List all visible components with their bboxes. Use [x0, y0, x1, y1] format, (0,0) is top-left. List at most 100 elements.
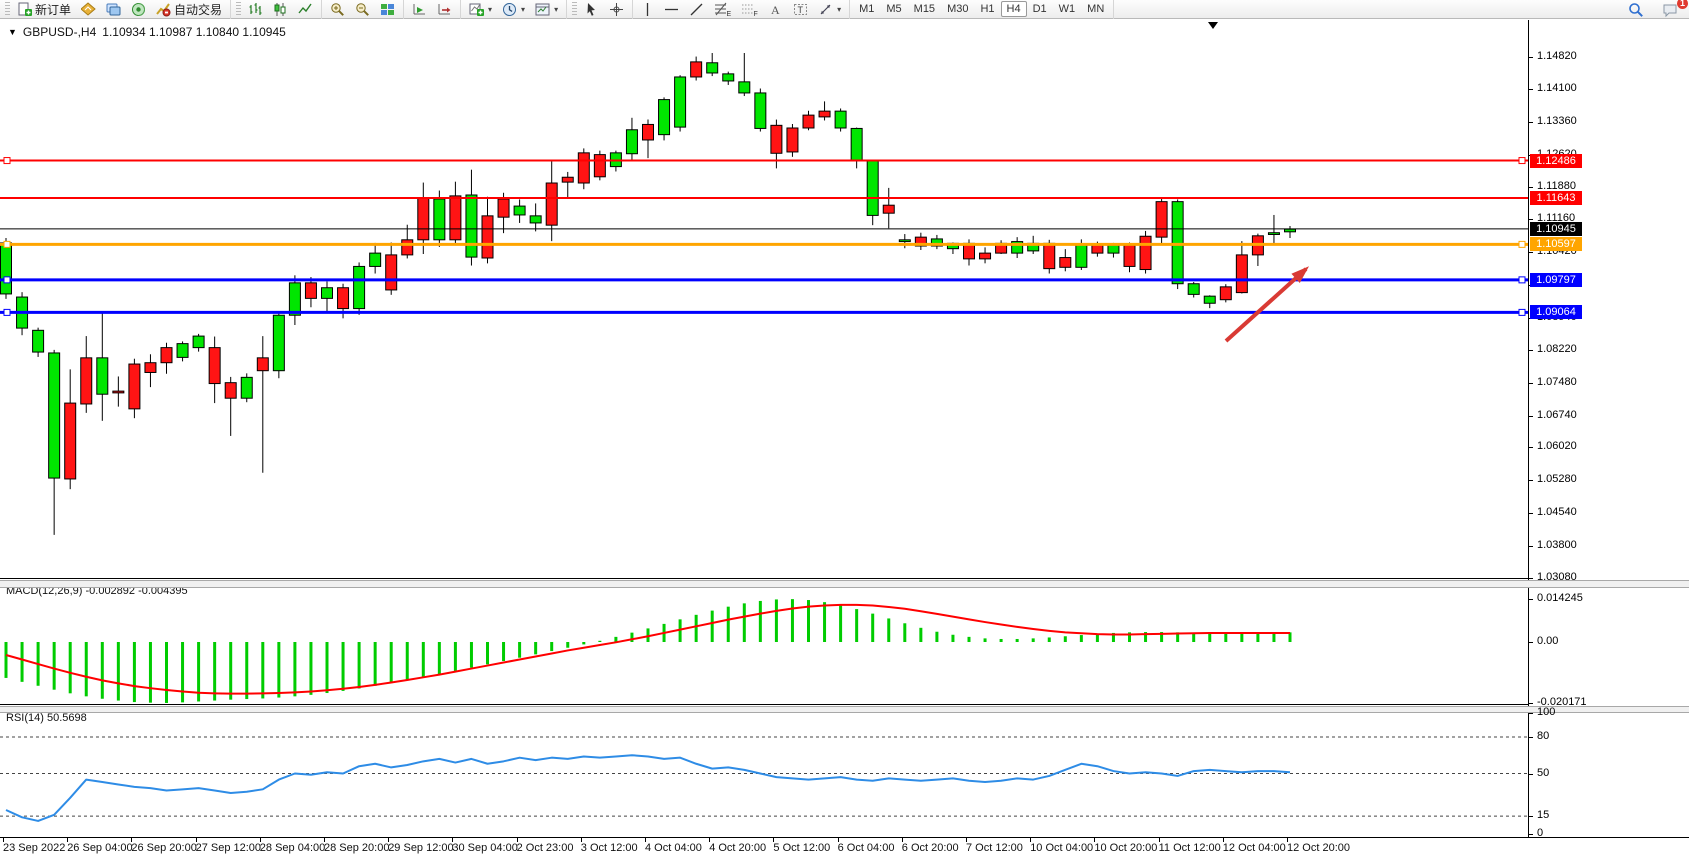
- tile-windows-icon: [380, 2, 395, 17]
- notification-badge: 1: [1677, 0, 1688, 9]
- rsi-tick-label: 80: [1537, 730, 1549, 742]
- timeframe-button-M1[interactable]: M1: [853, 1, 880, 17]
- chart-symbol-period: GBPUSD-,H4: [23, 25, 96, 39]
- candle-body: [209, 348, 220, 384]
- axis-tick: [1528, 546, 1533, 547]
- text-label-button[interactable]: T: [788, 1, 813, 18]
- hline-handle[interactable]: [1519, 241, 1525, 247]
- macd-bar: [422, 642, 425, 677]
- time-axis[interactable]: 23 Sep 202226 Sep 04:0026 Sep 20:0027 Se…: [0, 837, 1689, 858]
- axis-tick: [1528, 713, 1533, 714]
- vertical-line-button[interactable]: [636, 1, 659, 18]
- hline-handle[interactable]: [4, 309, 10, 315]
- time-axis-tick: [1159, 838, 1160, 842]
- auto-scroll-button[interactable]: [407, 1, 432, 18]
- profile-button[interactable]: [101, 1, 126, 18]
- candle-body: [562, 177, 573, 182]
- toolbar-grip[interactable]: [572, 2, 577, 16]
- candlestick-chart-button[interactable]: [268, 1, 293, 18]
- cursor-icon: [584, 2, 599, 17]
- rsi-tick-label: 100: [1537, 706, 1555, 718]
- chart-shift-button[interactable]: [432, 1, 457, 18]
- trendline-button[interactable]: [684, 1, 709, 18]
- new-order-button[interactable]: 新订单: [12, 1, 76, 18]
- timeframe-button-M5[interactable]: M5: [880, 1, 907, 17]
- search-button[interactable]: [1623, 1, 1649, 18]
- crosshair-button[interactable]: [604, 1, 629, 18]
- svg-text:T: T: [798, 5, 804, 15]
- candle-body: [289, 283, 300, 315]
- templates-button[interactable]: ▾: [530, 1, 563, 18]
- macd-bar: [1032, 638, 1035, 642]
- hline-handle[interactable]: [4, 277, 10, 283]
- time-axis-label: 10 Oct 20:00: [1094, 842, 1157, 854]
- axis-tick: [1528, 57, 1533, 58]
- hline-handle[interactable]: [4, 158, 10, 164]
- cursor-button[interactable]: [579, 1, 604, 18]
- time-axis-label: 28 Sep 04:00: [260, 842, 325, 854]
- timeframe-button-D1[interactable]: D1: [1027, 1, 1053, 17]
- timeframe-button-M30[interactable]: M30: [941, 1, 974, 17]
- line-chart-button[interactable]: [293, 1, 318, 18]
- candle-body: [386, 255, 397, 290]
- time-axis-tick: [260, 838, 261, 842]
- candle-body: [354, 266, 365, 308]
- panel-splitter[interactable]: [0, 706, 1689, 713]
- axis-tick: [1528, 816, 1533, 817]
- macd-bar: [261, 642, 264, 698]
- candle-body: [498, 199, 509, 217]
- zoom-out-button[interactable]: [350, 1, 375, 18]
- shapes-button[interactable]: ▾: [813, 1, 846, 18]
- toolbar-grip[interactable]: [236, 2, 241, 16]
- text-button[interactable]: A: [763, 1, 788, 18]
- hline-handle[interactable]: [1519, 309, 1525, 315]
- macd-bar: [245, 642, 248, 699]
- time-axis-tick: [709, 838, 710, 842]
- network-button[interactable]: [126, 1, 151, 18]
- macd-bar: [438, 642, 441, 674]
- periods-button[interactable]: ▾: [497, 1, 530, 18]
- shift-marker-icon[interactable]: [1208, 22, 1218, 29]
- timeframe-button-W1[interactable]: W1: [1053, 1, 1082, 17]
- zoom-in-button[interactable]: [325, 1, 350, 18]
- candle-body: [899, 240, 910, 242]
- hline-handle[interactable]: [1519, 277, 1525, 283]
- candle-body: [450, 196, 461, 240]
- timeframe-button-M15[interactable]: M15: [908, 1, 941, 17]
- panel-splitter[interactable]: [0, 580, 1689, 588]
- macd-bar: [149, 642, 152, 703]
- candle-body: [1124, 245, 1135, 266]
- time-axis-tick: [517, 838, 518, 842]
- axis-tick: [1528, 252, 1533, 253]
- hline-handle[interactable]: [1519, 158, 1525, 164]
- indicators-button[interactable]: ▾: [464, 1, 497, 18]
- timeframe-button-MN[interactable]: MN: [1081, 1, 1110, 17]
- chart-canvas[interactable]: [0, 20, 1689, 858]
- candle-body: [867, 160, 878, 215]
- price-panel-border: [0, 578, 1528, 579]
- toolbar-grip[interactable]: [5, 2, 10, 16]
- time-axis-tick: [773, 838, 774, 842]
- fibonacci-button[interactable]: E: [709, 1, 736, 18]
- macd-bar: [213, 642, 216, 701]
- new-order-icon: [17, 2, 32, 17]
- timeframe-button-H1[interactable]: H1: [974, 1, 1000, 17]
- macd-bar: [839, 605, 842, 642]
- autotrading-button[interactable]: 自动交易: [151, 1, 227, 18]
- horizontal-line-button[interactable]: [659, 1, 684, 18]
- svg-text:F: F: [754, 11, 758, 17]
- tile-windows-button[interactable]: [375, 1, 400, 18]
- timeframe-button-H4[interactable]: H4: [1001, 1, 1027, 17]
- macd-bar: [871, 614, 874, 642]
- bar-chart-button[interactable]: [243, 1, 268, 18]
- notifications-button[interactable]: 1: [1657, 1, 1683, 18]
- fibonacci-fan-button[interactable]: F: [736, 1, 763, 18]
- hline-handle[interactable]: [4, 241, 10, 247]
- candlestick-chart-icon: [273, 2, 288, 17]
- price-tag-1.09064: 1.09064: [1530, 305, 1582, 319]
- axis-tick: [1528, 774, 1533, 775]
- candle-body: [1268, 233, 1279, 235]
- collapse-triangle-icon[interactable]: ▼: [8, 27, 17, 37]
- charts-button[interactable]: [76, 1, 101, 18]
- axis-tick: [1528, 122, 1533, 123]
